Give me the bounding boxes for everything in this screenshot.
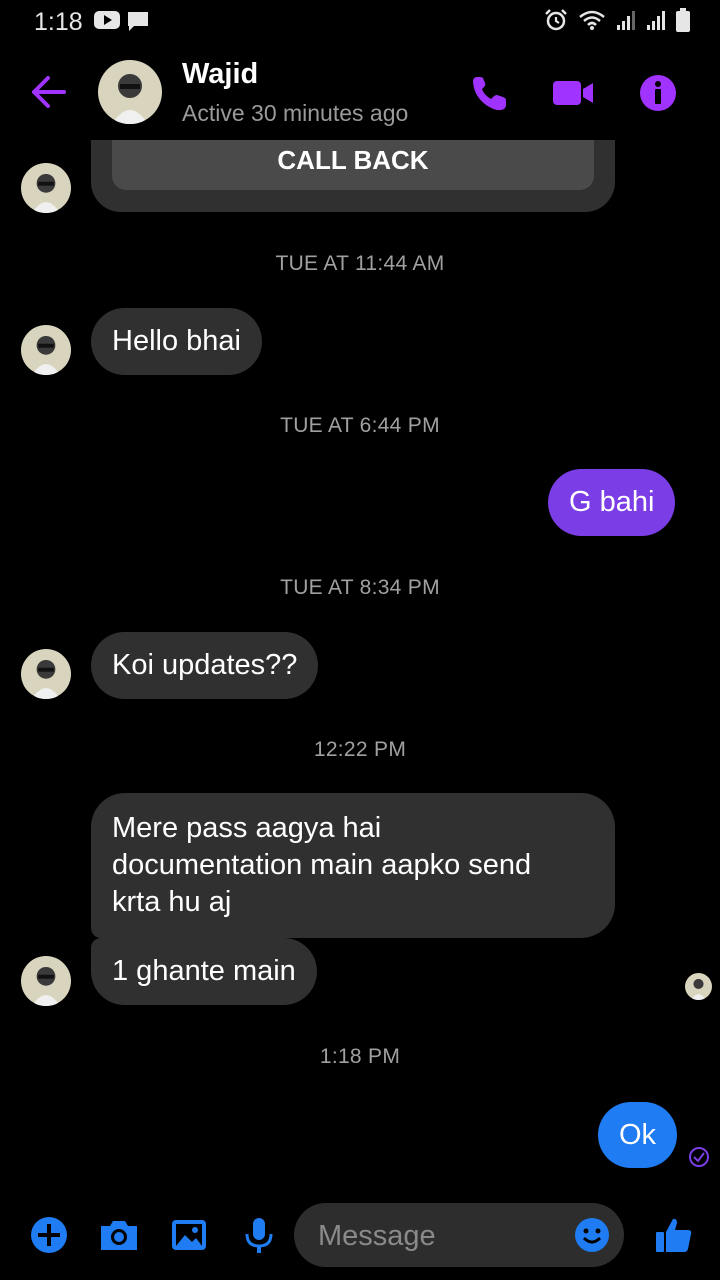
microphone-icon[interactable] (239, 1215, 279, 1255)
status-notification-icons (94, 10, 150, 32)
phone-icon[interactable] (468, 72, 510, 114)
thumbs-up-icon[interactable] (654, 1215, 694, 1255)
message-input[interactable] (316, 1203, 570, 1269)
timestamp: TUE AT 8:34 PM (280, 576, 440, 599)
emoji-icon[interactable] (574, 1217, 610, 1253)
outgoing-message[interactable]: G bahi (548, 469, 676, 536)
plus-icon[interactable] (29, 1215, 69, 1255)
outgoing-message[interactable]: Ok (598, 1102, 677, 1168)
incoming-message[interactable]: 1 ghante main (91, 938, 317, 1005)
incoming-message[interactable]: Koi updates?? (91, 632, 319, 699)
timestamp: TUE AT 6:44 PM (280, 414, 440, 437)
avatar[interactable] (98, 60, 162, 124)
back-arrow-icon[interactable] (28, 74, 68, 110)
camera-icon[interactable] (99, 1215, 139, 1255)
info-icon[interactable] (637, 72, 679, 114)
avatar (21, 325, 71, 375)
youtube-icon (94, 11, 120, 29)
message-input-container[interactable] (294, 1203, 624, 1269)
message-line: documentation main aapko send (112, 849, 532, 881)
read-receipt-avatar (685, 973, 712, 1000)
contact-name[interactable]: Wajid (182, 58, 258, 91)
wifi-icon (579, 10, 605, 30)
timestamp: 12:22 PM (313, 738, 407, 761)
call-back-button[interactable]: CALL BACK (112, 140, 594, 190)
avatar (21, 956, 71, 1006)
active-status: Active 30 minutes ago (182, 100, 409, 126)
message-composer (0, 1195, 720, 1280)
sent-check-icon (689, 1147, 709, 1167)
timestamp: TUE AT 11:44 AM (275, 252, 445, 275)
incoming-message[interactable]: Mere pass aagya hai documentation main a… (91, 793, 615, 938)
incoming-message[interactable]: Hello bhai (91, 308, 262, 375)
alarm-icon (545, 9, 567, 31)
missed-call-card: CALL BACK (91, 140, 615, 212)
message-line: krta hu aj (112, 886, 232, 918)
avatar (21, 649, 71, 699)
status-system-icons (544, 8, 690, 32)
status-time: 1:18 (34, 8, 83, 36)
signal-icon-1 (617, 11, 635, 30)
signal-icon-2 (647, 11, 665, 30)
chat-icon (128, 12, 148, 31)
avatar (21, 163, 71, 213)
message-line: Mere pass aagya hai (112, 812, 382, 844)
battery-icon (676, 8, 690, 32)
timestamp: 1:18 PM (319, 1045, 401, 1068)
gallery-icon[interactable] (169, 1215, 209, 1255)
conversation-header: Wajid Active 30 minutes ago (0, 44, 720, 140)
video-camera-icon[interactable] (552, 72, 594, 114)
status-bar: 1:18 (0, 0, 720, 44)
